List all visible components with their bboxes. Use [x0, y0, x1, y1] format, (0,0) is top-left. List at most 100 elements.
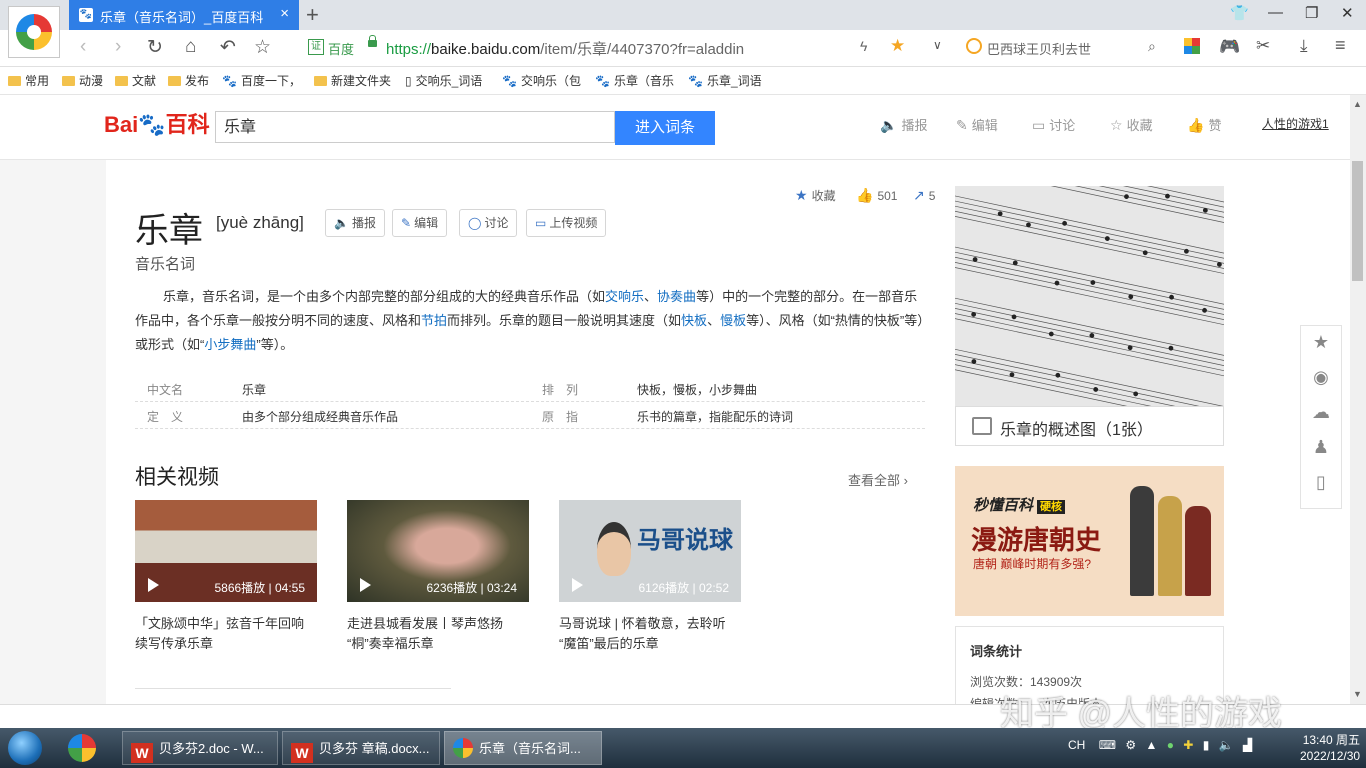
bookmark-folder[interactable]: 文献	[115, 72, 156, 89]
download-icon[interactable]: ⤓	[1300, 36, 1308, 56]
lightning-icon[interactable]: ϟ	[860, 38, 867, 54]
like-count[interactable]: 👍 501	[856, 187, 897, 204]
baike-search-input[interactable]: 乐章	[215, 111, 615, 143]
bookmarked-star-icon[interactable]: ★	[890, 36, 905, 56]
broadcast-button[interactable]: 🔈 播报	[325, 209, 385, 237]
battery-icon[interactable]: ▮	[1203, 738, 1210, 752]
refresh-icon[interactable]: ↻	[147, 36, 163, 59]
ime-indicator[interactable]: CH	[1068, 738, 1085, 752]
weibo-icon[interactable]: ◉	[1301, 367, 1341, 388]
taskbar-app-word[interactable]: W 贝多芬 章稿.docx...	[282, 731, 440, 765]
header-like-button[interactable]: 👍 赞	[1187, 115, 1221, 134]
bookmark-link[interactable]: 🐾 乐章_词语	[688, 72, 762, 89]
upload-video-button[interactable]: ▭ 上传视频	[526, 209, 607, 237]
keyboard-icon[interactable]: ⌨	[1099, 738, 1116, 752]
taskbar-app-browser[interactable]: 乐章（音乐名词...	[444, 731, 602, 765]
bookmark-folder[interactable]: 常用	[8, 72, 49, 89]
overview-image-caption[interactable]: 乐章的概述图（1张）	[955, 406, 1224, 446]
folder-icon	[314, 76, 327, 86]
browser-search-input[interactable]: 巴西球王贝利去世 ⌕	[960, 33, 1170, 61]
browser-tab-active[interactable]: 🐾 乐章（音乐名词）_百度百科 ×	[69, 0, 299, 30]
minimize-button[interactable]: —	[1268, 4, 1283, 21]
video-card[interactable]: 5866播放 | 04:55 「文脉颂中华」弦音千年回响 续写传承乐章	[135, 500, 317, 654]
video-thumbnail[interactable]: 马哥说球 6126播放 | 02:52	[559, 500, 741, 602]
mobile-icon[interactable]: ▯	[1301, 472, 1341, 493]
browser-logo-icon[interactable]	[8, 6, 60, 58]
share-icon: ↗	[913, 187, 925, 203]
header-edit-button[interactable]: ✎ 编辑	[956, 115, 998, 134]
link-symphony[interactable]: 交响乐	[605, 289, 644, 304]
share-count[interactable]: ↗ 5	[913, 187, 935, 204]
apps-grid-icon[interactable]	[1184, 38, 1200, 54]
scroll-down-icon[interactable]: ▼	[1353, 689, 1362, 699]
maximize-button[interactable]: ❐	[1305, 4, 1318, 22]
favorite-star-icon[interactable]: ☆	[254, 36, 271, 59]
video-caption[interactable]: 「文脉颂中华」弦音千年回响 续写传承乐章	[135, 614, 317, 654]
bookmark-folder[interactable]: 新建文件夹	[314, 72, 391, 89]
favorite-star-icon[interactable]: ★	[1301, 332, 1341, 353]
skin-icon[interactable]: 👕	[1230, 4, 1249, 22]
security-tray-icon[interactable]: ✚	[1183, 738, 1193, 752]
game-controller-icon[interactable]: 🎮	[1219, 37, 1240, 57]
home-icon[interactable]: ⌂	[185, 36, 196, 58]
wechat-tray-icon[interactable]: ●	[1167, 738, 1174, 752]
user-link[interactable]: 人性的游戏1	[1262, 115, 1329, 132]
edit-button[interactable]: ✎ 编辑	[392, 209, 448, 237]
bookmark-link[interactable]: 🐾 交响乐（包	[502, 72, 581, 89]
video-caption[interactable]: 走进县城看发展丨琴声悠扬 “桐”奏幸福乐章	[347, 614, 529, 654]
video-thumbnail[interactable]: 6236播放 | 03:24	[347, 500, 529, 602]
bookmark-folder[interactable]: 发布	[168, 72, 209, 89]
header-broadcast-button[interactable]: 🔈 播报	[880, 115, 927, 134]
pinned-browser-icon[interactable]	[68, 734, 96, 762]
start-button[interactable]	[8, 731, 42, 765]
discuss-button[interactable]: ◯ 讨论	[459, 209, 518, 237]
undo-close-icon[interactable]: ↶	[220, 36, 236, 59]
address-bar[interactable]: 证 百度 https://baike.baidu.com/item/乐章/440…	[300, 33, 955, 61]
stats-heading: 词条统计	[970, 644, 1023, 659]
close-tab-icon[interactable]: ×	[280, 5, 289, 22]
chevron-down-icon[interactable]: ∨	[933, 38, 942, 52]
menu-icon[interactable]: ≡	[1335, 35, 1346, 56]
search-icon[interactable]: ⌕	[1148, 38, 1156, 55]
show-hidden-icons[interactable]: ▲	[1145, 738, 1157, 752]
section-tabs	[135, 688, 451, 703]
scissors-icon[interactable]: ✂	[1256, 36, 1270, 56]
new-tab-button[interactable]: +	[306, 2, 319, 28]
video-caption[interactable]: 马哥说球 | 怀着敬意，去聆听 “魔笛”最后的乐章	[559, 614, 741, 654]
back-icon[interactable]: ‹	[80, 36, 86, 58]
clock[interactable]: 13:40 周五 2022/12/30	[1300, 732, 1360, 764]
videos-more-link[interactable]: 查看全部 ›	[848, 470, 908, 489]
header-collect-button[interactable]: ☆ 收藏	[1110, 115, 1153, 134]
wechat-icon[interactable]: ☁	[1301, 402, 1341, 423]
volume-icon[interactable]: 🔈	[1219, 738, 1234, 752]
bookmark-link[interactable]: 🐾 乐章（音乐	[595, 72, 674, 89]
video-thumbnail[interactable]: 5866播放 | 04:55	[135, 500, 317, 602]
close-window-button[interactable]: ✕	[1341, 4, 1354, 22]
link-minuet[interactable]: 小步舞曲	[204, 337, 256, 352]
link-adagio[interactable]: 慢板	[720, 313, 746, 328]
header-discuss-button[interactable]: ▭ 讨论	[1032, 115, 1075, 134]
link-concerto[interactable]: 协奏曲	[657, 289, 696, 304]
video-card[interactable]: 6236播放 | 03:24 走进县城看发展丨琴声悠扬 “桐”奏幸福乐章	[347, 500, 529, 654]
collect-button[interactable]: ★ 收藏	[795, 187, 836, 204]
bookmark-link[interactable]: 🐾 百度一下，	[222, 72, 301, 89]
qq-icon[interactable]: ♟	[1301, 437, 1341, 458]
scroll-up-icon[interactable]: ▲	[1353, 99, 1362, 109]
url-text[interactable]: https://baike.baidu.com/item/乐章/4407370?…	[386, 38, 744, 59]
system-tray[interactable]: CH ⌨ ⚙ ▲ ● ✚ ▮ 🔈 ▟	[1068, 738, 1252, 752]
promo-banner[interactable]: 秒懂百科 硬核 漫游唐朝史 唐朝 巅峰时期有多强?	[955, 466, 1224, 616]
enter-entry-button[interactable]: 进入词条	[615, 111, 715, 145]
link-allegro[interactable]: 快板	[681, 313, 707, 328]
scrollbar-thumb[interactable]	[1352, 161, 1363, 281]
bookmark-folder[interactable]: 动漫	[62, 72, 103, 89]
sheet-music-image[interactable]	[955, 186, 1224, 406]
ime-settings-icon[interactable]: ⚙	[1125, 738, 1136, 752]
baike-logo[interactable]: Bai🐾百科	[104, 107, 210, 139]
bookmark-link[interactable]: ▯ 交响乐_词语	[405, 72, 482, 89]
vertical-scrollbar[interactable]: ▲ ▼	[1350, 95, 1366, 704]
network-icon[interactable]: ▟	[1243, 738, 1252, 752]
forward-icon[interactable]: ›	[115, 36, 121, 58]
video-card[interactable]: 马哥说球 6126播放 | 02:52 马哥说球 | 怀着敬意，去聆听 “魔笛”…	[559, 500, 741, 654]
link-meter[interactable]: 节拍	[421, 313, 447, 328]
taskbar-app-word[interactable]: W 贝多芬2.doc - W...	[122, 731, 278, 765]
